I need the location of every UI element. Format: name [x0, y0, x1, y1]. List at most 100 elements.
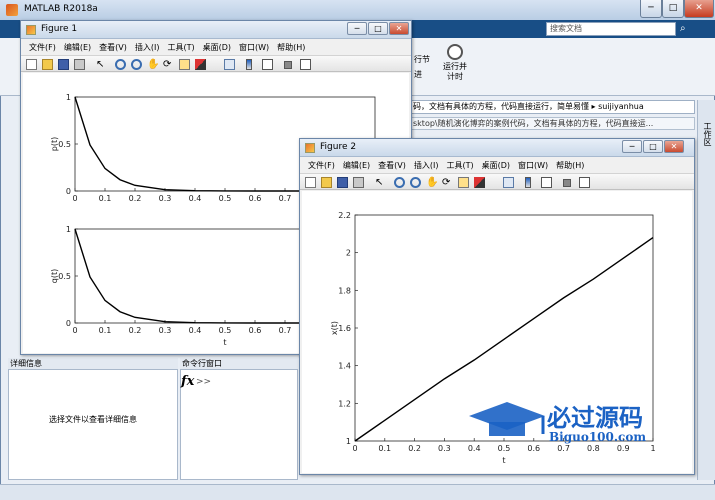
details-empty-message: 选择文件以查看详细信息 — [49, 415, 137, 424]
y-tick-label: 1.4 — [338, 362, 351, 371]
figure-2-maximize-button[interactable]: □ — [643, 140, 663, 153]
pan-icon[interactable]: ✋ — [426, 177, 438, 188]
search-icon[interactable]: ⌕ — [680, 22, 694, 36]
x-tick-label: 0.7 — [279, 326, 292, 335]
brush-icon[interactable] — [195, 59, 206, 70]
y-axis-label: p(t) — [50, 137, 59, 151]
open-file-icon[interactable] — [321, 177, 332, 188]
menu-help[interactable]: 帮助(H) — [277, 40, 305, 55]
colorbar-icon[interactable] — [525, 177, 531, 188]
menu-tools[interactable]: 工具(T) — [446, 158, 473, 173]
figure-2-close-button[interactable]: ✕ — [664, 140, 684, 153]
ribbon-label-fragment: 行节 — [414, 55, 430, 64]
colorbar-icon[interactable] — [246, 59, 252, 70]
new-figure-icon[interactable] — [305, 177, 316, 188]
figure-1-minimize-button[interactable]: ─ — [347, 22, 367, 35]
link-plot-icon[interactable] — [224, 59, 235, 70]
menu-tools[interactable]: 工具(T) — [167, 40, 194, 55]
link-plot-icon[interactable] — [503, 177, 514, 188]
hide-tools-icon[interactable] — [563, 179, 571, 187]
figure-2-toolbar: ↖ ✋ ⟳ — [300, 173, 694, 190]
y-axis-label: q(t) — [50, 269, 59, 283]
legend-icon[interactable] — [262, 59, 273, 70]
x-tick-label: 0.3 — [159, 194, 172, 203]
menu-insert[interactable]: 插入(I) — [414, 158, 439, 173]
x-tick-label: 0.5 — [219, 194, 232, 203]
search-docs-input[interactable]: 搜索文档 — [546, 22, 676, 36]
figure-1-close-button[interactable]: ✕ — [389, 22, 409, 35]
figure-2-minimize-button[interactable]: ─ — [622, 140, 642, 153]
pan-icon[interactable]: ✋ — [147, 59, 159, 70]
print-icon[interactable] — [74, 59, 85, 70]
show-tools-icon[interactable] — [300, 59, 311, 70]
menu-insert[interactable]: 插入(I) — [135, 40, 160, 55]
x-tick-label: 0.2 — [129, 326, 142, 335]
current-folder-address[interactable]: 码，文档有具体的方程，代码直接运行，简单易懂 ▸ suijiyanhua — [410, 100, 695, 114]
brush-icon[interactable] — [474, 177, 485, 188]
workspace-side-tab[interactable]: 工作区 — [697, 100, 715, 480]
x-tick-label: 0.1 — [378, 444, 391, 453]
menu-edit[interactable]: 编辑(E) — [343, 158, 370, 173]
matlab-title-bar: MATLAB R2018a ─ □ ✕ — [0, 0, 715, 20]
figure-1-title: Figure 1 — [41, 24, 78, 34]
menu-help[interactable]: 帮助(H) — [556, 158, 584, 173]
pointer-icon[interactable]: ↖ — [96, 59, 107, 70]
zoom-out-icon[interactable] — [410, 177, 421, 188]
y-tick-label: 0 — [66, 319, 71, 328]
menu-view[interactable]: 查看(V) — [378, 158, 406, 173]
y-axis-label: x(t) — [330, 321, 339, 335]
pointer-icon[interactable]: ↖ — [375, 177, 386, 188]
menu-window[interactable]: 窗口(W) — [518, 158, 548, 173]
menu-edit[interactable]: 编辑(E) — [64, 40, 91, 55]
x-tick-label: 0 — [72, 326, 77, 335]
menu-view[interactable]: 查看(V) — [99, 40, 127, 55]
x-tick-label: 0 — [72, 194, 77, 203]
save-icon[interactable] — [58, 59, 69, 70]
ribbon-label-fragment: 进 — [414, 70, 422, 79]
x-tick-label: 0.1 — [99, 326, 112, 335]
rotate-icon[interactable]: ⟳ — [442, 177, 453, 188]
matlab-logo-icon — [6, 4, 18, 16]
menu-desktop[interactable]: 桌面(D) — [203, 40, 231, 55]
figure-icon — [26, 25, 36, 35]
function-browser-icon[interactable]: fx — [181, 374, 194, 389]
data-cursor-icon[interactable] — [179, 59, 190, 70]
y-tick-label: 1.8 — [338, 286, 351, 295]
print-icon[interactable] — [353, 177, 364, 188]
menu-file[interactable]: 文件(F) — [308, 158, 335, 173]
zoom-out-icon[interactable] — [131, 59, 142, 70]
x-tick-label: 0.5 — [219, 326, 232, 335]
new-figure-icon[interactable] — [26, 59, 37, 70]
rotate-icon[interactable]: ⟳ — [163, 59, 174, 70]
legend-icon[interactable] — [541, 177, 552, 188]
menu-desktop[interactable]: 桌面(D) — [482, 158, 510, 173]
minimize-button[interactable]: ─ — [640, 0, 662, 18]
y-tick-label: 1 — [66, 225, 71, 234]
run-and-time-button[interactable]: 运行并 计时 — [438, 42, 472, 86]
maximize-button[interactable]: □ — [662, 0, 684, 18]
details-panel-header: 详细信息 — [8, 358, 178, 370]
x-tick-label: 0.6 — [249, 326, 262, 335]
watermark-url: Biguo100.com — [549, 430, 647, 444]
figure-1-toolbar: ↖ ✋ ⟳ — [21, 55, 411, 72]
watermark-title: 必过源码 — [547, 404, 643, 432]
zoom-in-icon[interactable] — [394, 177, 405, 188]
show-tools-icon[interactable] — [579, 177, 590, 188]
x-tick-label: 0.4 — [189, 326, 202, 335]
command-window-header: 命令行窗口 — [180, 358, 298, 370]
menu-file[interactable]: 文件(F) — [29, 40, 56, 55]
x-tick-label: 0.2 — [408, 444, 421, 453]
save-icon[interactable] — [337, 177, 348, 188]
hide-tools-icon[interactable] — [284, 61, 292, 69]
menu-window[interactable]: 窗口(W) — [239, 40, 269, 55]
open-file-icon[interactable] — [42, 59, 53, 70]
figure-1-maximize-button[interactable]: □ — [368, 22, 388, 35]
matlab-title: MATLAB R2018a — [24, 4, 98, 14]
y-tick-label: 1 — [66, 93, 71, 102]
close-button[interactable]: ✕ — [684, 0, 714, 18]
y-tick-label: 1.2 — [338, 399, 351, 408]
data-cursor-icon[interactable] — [458, 177, 469, 188]
zoom-in-icon[interactable] — [115, 59, 126, 70]
x-axis-label: t — [502, 456, 505, 465]
y-tick-label: 2 — [346, 249, 351, 258]
